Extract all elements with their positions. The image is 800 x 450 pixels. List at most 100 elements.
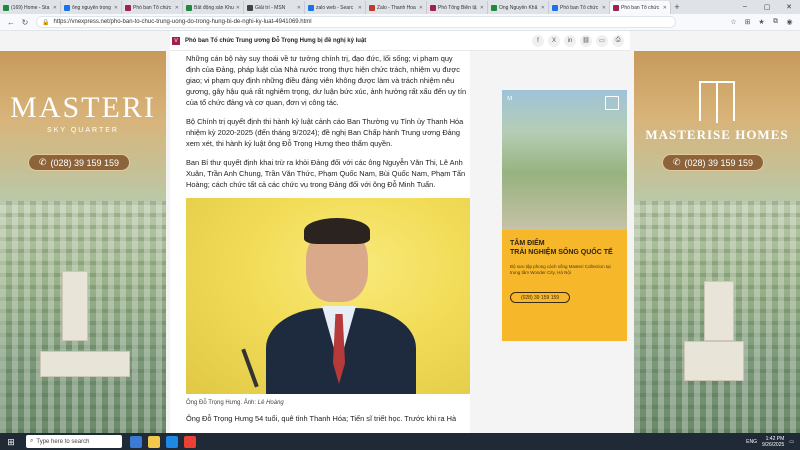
brand-name: MASTERISE HOMES	[645, 127, 789, 142]
sticky-title: Phó ban Tổ chức Trung ương Đỗ Trọng Hưng…	[185, 37, 367, 44]
maximize-icon[interactable]: ▢	[756, 3, 778, 11]
phone-number: (028) 39 159 159	[684, 157, 754, 168]
back-icon[interactable]: ←	[6, 18, 16, 27]
chrome-icon[interactable]	[184, 435, 196, 448]
tab-label: zalo web - Searc	[316, 4, 354, 11]
building-image	[704, 281, 734, 341]
language-indicator[interactable]: ENG	[746, 439, 757, 445]
tab-label: Phó ban Tổ chức	[621, 4, 660, 11]
ad-aerial-image: M	[502, 90, 627, 230]
browser-tab[interactable]: Ông Nguyễn Khắ ✕	[488, 1, 549, 14]
vnexpress-logo-icon[interactable]: V	[172, 36, 180, 45]
browser-tab[interactable]: Zalo - Thanh Hoa ✕	[366, 1, 427, 14]
favorites-icon[interactable]: ★	[757, 18, 766, 26]
minimize-icon[interactable]: –	[734, 3, 756, 11]
tab-favicon-icon	[369, 4, 375, 11]
article-paragraph: Bộ Chính trị quyết định thi hành kỷ luật…	[186, 117, 464, 148]
windows-taskbar: ⊞ ⌕ Type here to search ENG 1:42 PM 9/26…	[0, 433, 800, 450]
tab-label: Ông Nguyễn Khắ	[499, 4, 538, 11]
tab-label: (169) Home - Sta	[11, 4, 50, 11]
article-paragraph: Những cán bộ này suy thoái về tư tưởng c…	[186, 54, 467, 107]
left-banner-ad[interactable]: MASTERI SKY QUARTER ✆ (028) 39 159 159	[0, 51, 166, 433]
print-icon[interactable]: ⎙	[612, 34, 624, 47]
ad-body: Bộ sưu tập phong cách sống Masteri Colle…	[510, 264, 611, 275]
url-text: https://vnexpress.net/pho-ban-to-chuc-tr…	[53, 19, 312, 25]
file-explorer-icon[interactable]	[148, 435, 160, 448]
article-body: Những cán bộ này suy thoái về tư tưởng c…	[170, 51, 470, 433]
browser-tab[interactable]: Phó ban Tổ chức ✕	[610, 1, 671, 14]
building-image	[40, 351, 130, 377]
tab-favicon-icon	[186, 4, 192, 11]
star-icon[interactable]: ☆	[729, 18, 738, 26]
linkedin-icon[interactable]: in	[564, 34, 576, 47]
close-icon[interactable]: ✕	[778, 3, 800, 11]
clock[interactable]: 1:42 PM 9/26/2025	[762, 436, 784, 448]
notification-icon[interactable]: ▭	[789, 439, 794, 445]
address-bar: ← ↻ 🔒 https://vnexpress.net/pho-ban-to-c…	[0, 14, 800, 31]
tab-close-icon[interactable]: ✕	[419, 5, 423, 11]
tab-favicon-icon	[308, 4, 314, 11]
task-view-icon[interactable]	[130, 435, 142, 448]
article-paragraph: Ông Đỗ Trọng Hưng 54 tuổi, quê tỉnh Than…	[186, 414, 457, 423]
right-ad-phone-button[interactable]: ✆ (028) 39 159 159	[662, 154, 764, 171]
browser-tab[interactable]: Phó ban Tổ chức ✕	[122, 1, 183, 14]
browser-tab[interactable]: zalo web - Searc ✕	[305, 1, 366, 14]
tab-list: (169) Home - Sta ✕ ông nguyễn trọng ✕ Phó ba…	[0, 0, 671, 14]
browser-tab[interactable]: Giải trí - MSN ✕	[244, 1, 305, 14]
web-page: V Phó ban Tổ chức Trung ương Đỗ Trọng Hư…	[0, 31, 800, 433]
collections-icon[interactable]: ⧉	[771, 18, 780, 26]
browser-tab[interactable]: ông nguyễn trọng ✕	[61, 1, 122, 14]
tab-favicon-icon	[613, 4, 619, 11]
article-paragraph: Ban Bí thư quyết định khai trừ ra khỏi Đ…	[186, 158, 466, 189]
tab-label: Phó ban Tổ chức	[560, 4, 599, 11]
tab-close-icon[interactable]: ✕	[602, 5, 606, 11]
taskbar-apps	[130, 435, 196, 448]
sidebar-ad[interactable]: M TÂM ĐIỂM TRẢI NGHIỆM SỐNG QUỐC TẾ Bộ s…	[502, 90, 627, 341]
building-image	[684, 341, 744, 381]
browser-tab[interactable]: Bất động sản Khu ✕	[183, 1, 244, 14]
browser-tab[interactable]: Phó ban Tổ chức ✕	[549, 1, 610, 14]
tab-favicon-icon	[430, 4, 436, 11]
phone-icon: ✆	[672, 157, 681, 167]
ad-phone-button[interactable]: (028) 39 159 159	[510, 292, 570, 303]
tab-close-icon[interactable]: ✕	[663, 5, 667, 11]
tab-close-icon[interactable]: ✕	[480, 5, 484, 11]
link-icon[interactable]: ⛓	[580, 34, 592, 47]
facebook-icon[interactable]: f	[532, 34, 544, 47]
profile-icon[interactable]: ◉	[785, 18, 794, 26]
ad-masteri-logo: M	[507, 96, 513, 102]
tab-close-icon[interactable]: ✕	[358, 5, 362, 11]
reading-view-icon[interactable]: ⊞	[743, 18, 752, 26]
tab-close-icon[interactable]: ✕	[297, 5, 301, 11]
tab-label: Phó Tổng Biên tậ	[438, 4, 477, 11]
ad-headline-2: TRẢI NGHIỆM SỐNG QUỐC TẾ	[510, 249, 613, 256]
x-twitter-icon[interactable]: X	[548, 34, 560, 47]
tab-close-icon[interactable]: ✕	[175, 5, 179, 11]
edge-icon[interactable]	[166, 435, 178, 448]
tab-favicon-icon	[3, 4, 9, 11]
right-banner-ad[interactable]: MASTERISE HOMES ✆ (028) 39 159 159	[634, 51, 800, 433]
browser-tab[interactable]: Phó Tổng Biên tậ ✕	[427, 1, 488, 14]
photo-microphone	[241, 348, 259, 388]
url-field[interactable]: 🔒 https://vnexpress.net/pho-ban-to-chuc-…	[36, 16, 676, 28]
building-image	[62, 271, 88, 341]
tab-label: Bất động sản Khu	[194, 4, 234, 11]
window-controls: – ▢ ✕	[734, 3, 800, 11]
comment-icon[interactable]: ▭	[596, 34, 608, 47]
tab-label: ông nguyễn trọng	[72, 4, 111, 11]
left-ad-phone-button[interactable]: ✆ (028) 39 159 159	[28, 154, 130, 171]
sticky-header: V Phó ban Tổ chức Trung ương Đỗ Trọng Hư…	[170, 31, 630, 51]
windows-start-icon[interactable]: ⊞	[4, 435, 18, 449]
tab-close-icon[interactable]: ✕	[114, 5, 118, 11]
phone-number: (028) 39 159 159	[50, 157, 120, 168]
tab-close-icon[interactable]: ✕	[53, 5, 57, 11]
tab-close-icon[interactable]: ✕	[236, 5, 240, 11]
tab-close-icon[interactable]: ✕	[541, 5, 545, 11]
clock-time: 1:42 PM	[765, 435, 785, 442]
taskbar-search[interactable]: ⌕ Type here to search	[26, 435, 122, 448]
article-photo[interactable]	[186, 198, 470, 394]
caption-author: Lê Hoàng	[257, 400, 284, 406]
browser-tab[interactable]: (169) Home - Sta ✕	[0, 1, 61, 14]
new-tab-button[interactable]: +	[671, 2, 683, 12]
refresh-icon[interactable]: ↻	[20, 18, 30, 27]
